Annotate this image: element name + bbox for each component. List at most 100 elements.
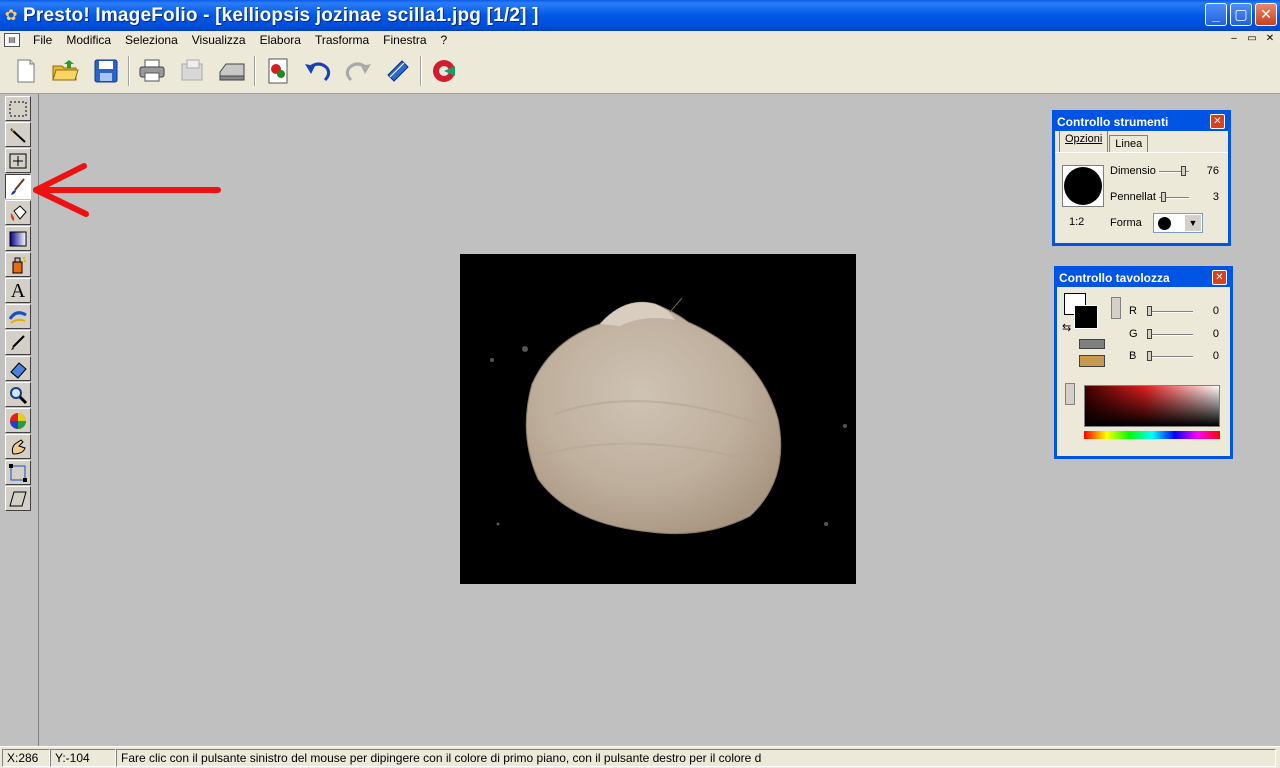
redo-icon: [345, 62, 371, 82]
background-color-swatch[interactable]: [1074, 305, 1098, 329]
menu-visualizza[interactable]: Visualizza: [185, 33, 253, 47]
color-picker-arrow-icon[interactable]: [1079, 355, 1105, 367]
tool-smudge-hand[interactable]: [5, 434, 31, 459]
tab-opzioni[interactable]: Opzioni: [1059, 130, 1109, 152]
menu-seleziona[interactable]: Seleziona: [118, 33, 185, 47]
presto-app-icon[interactable]: ✿: [2, 7, 20, 25]
shape-label: Forma: [1110, 217, 1142, 229]
tool-panel-tabs: Opzioni Linea: [1055, 130, 1228, 153]
help-button[interactable]: [378, 53, 418, 89]
exit-icon: [433, 60, 455, 82]
tool-transform[interactable]: [5, 460, 31, 485]
save-button[interactable]: [86, 53, 126, 89]
mdi-restore-button[interactable]: ▭: [1244, 32, 1260, 46]
close-icon: ✕: [1260, 6, 1272, 22]
green-value: 0: [1212, 328, 1219, 340]
menu-file[interactable]: File: [26, 33, 59, 47]
tool-perspective[interactable]: [5, 486, 31, 511]
eyedropper-icon: [11, 334, 25, 350]
open-folder-icon: [52, 60, 79, 81]
menu-finestra[interactable]: Finestra: [376, 33, 433, 47]
fill-bucket-icon: [10, 204, 27, 221]
swap-colors-icon[interactable]: ⇆: [1062, 321, 1071, 334]
new-document-button[interactable]: [6, 53, 46, 89]
blue-label: B: [1129, 350, 1137, 362]
red-value: 0: [1212, 305, 1219, 317]
smudge-hand-icon: [11, 438, 26, 454]
mdi-close-button[interactable]: ✕: [1262, 32, 1278, 46]
tool-magic-wand[interactable]: [5, 122, 31, 147]
tool-panel-close-button[interactable]: ✕: [1210, 114, 1225, 129]
color-gradient-picker[interactable]: [1084, 385, 1220, 427]
move-icon: [9, 153, 27, 168]
tool-color-wheel[interactable]: [5, 408, 31, 433]
scanner-button[interactable]: [212, 53, 252, 89]
green-slider[interactable]: [1147, 334, 1193, 336]
perspective-icon: [9, 491, 27, 506]
undo-icon: [305, 62, 331, 82]
document-system-menu-icon[interactable]: ▤: [4, 33, 20, 47]
acquire-button[interactable]: [258, 53, 298, 89]
redo-button[interactable]: [338, 53, 378, 89]
window-title: Presto! ImageFolio - [kelliopsis jozinae…: [23, 4, 539, 26]
status-message: Fare clic con il pulsante sinistro del m…: [116, 748, 1276, 767]
red-label: R: [1129, 305, 1137, 317]
gradient-mode-icon[interactable]: [1065, 383, 1075, 405]
palette-control-title[interactable]: Controllo tavolozza ✕: [1057, 269, 1230, 287]
chevron-down-icon[interactable]: ▼: [1185, 215, 1201, 231]
shell-photo: [490, 297, 847, 535]
text-tool-icon: A: [10, 279, 26, 302]
tool-eyedropper[interactable]: [5, 330, 31, 355]
red-slider-thumb[interactable]: [1147, 306, 1152, 316]
menu-modifica[interactable]: Modifica: [59, 33, 118, 47]
image-canvas[interactable]: [460, 254, 856, 584]
menu-elabora[interactable]: Elabora: [253, 33, 308, 47]
tool-magnifier[interactable]: [5, 382, 31, 407]
maximize-button[interactable]: ▢: [1230, 3, 1252, 26]
tool-control-title[interactable]: Controllo strumenti ✕: [1055, 113, 1228, 131]
brush-slider-thumb[interactable]: [1161, 192, 1166, 202]
blue-slider[interactable]: [1147, 356, 1193, 358]
gradient-icon: [9, 231, 27, 246]
print-button[interactable]: [132, 53, 172, 89]
print-icon: [139, 59, 165, 82]
undo-button[interactable]: [298, 53, 338, 89]
tool-rectangle-select[interactable]: [5, 96, 31, 121]
default-colors-icon[interactable]: [1079, 339, 1105, 349]
eraser-icon: [10, 361, 27, 379]
palette-control-panel: Controllo tavolozza ✕ ⇆ R 0 G 0 B 0: [1054, 266, 1233, 459]
blue-slider-thumb[interactable]: [1147, 351, 1152, 361]
maximize-icon: ▢: [1234, 6, 1248, 22]
tab-linea[interactable]: Linea: [1109, 135, 1149, 152]
tool-gradient[interactable]: [5, 226, 31, 251]
rectangle-select-icon: [9, 101, 27, 116]
red-slider[interactable]: [1147, 311, 1193, 313]
tool-text[interactable]: A: [5, 278, 31, 303]
paintbrush-icon: [11, 177, 25, 195]
save-disk-icon: [94, 59, 118, 83]
menu-help[interactable]: ?: [434, 33, 455, 47]
copy-print-button[interactable]: [172, 53, 212, 89]
open-button[interactable]: [46, 53, 86, 89]
close-button[interactable]: ✕: [1255, 3, 1277, 26]
palette-scroll-icon[interactable]: [1111, 297, 1121, 319]
annotation-arrow-icon: [33, 163, 221, 217]
palette-panel-close-button[interactable]: ✕: [1212, 270, 1227, 285]
title-bar[interactable]: ✿ Presto! ImageFolio - [kelliopsis jozin…: [0, 0, 1280, 31]
clone-stamp-icon: [8, 310, 27, 324]
menu-trasforma[interactable]: Trasforma: [308, 33, 376, 47]
tool-eraser[interactable]: [5, 356, 31, 381]
shape-select[interactable]: ▼: [1153, 213, 1203, 233]
round-shape-icon: [1158, 217, 1171, 230]
acquire-icon: [268, 58, 288, 84]
mdi-minimize-button[interactable]: –: [1226, 32, 1242, 46]
minimize-button[interactable]: _: [1205, 3, 1227, 26]
dimension-slider-thumb[interactable]: [1181, 166, 1186, 176]
green-slider-thumb[interactable]: [1147, 329, 1152, 339]
magic-wand-icon: [10, 127, 26, 143]
tool-spray-can[interactable]: [5, 252, 31, 277]
tool-clone-stamp[interactable]: [5, 304, 31, 329]
exit-button[interactable]: [424, 53, 464, 89]
brush-label: Pennellat: [1110, 191, 1156, 203]
hue-spectrum-bar[interactable]: [1084, 431, 1220, 439]
